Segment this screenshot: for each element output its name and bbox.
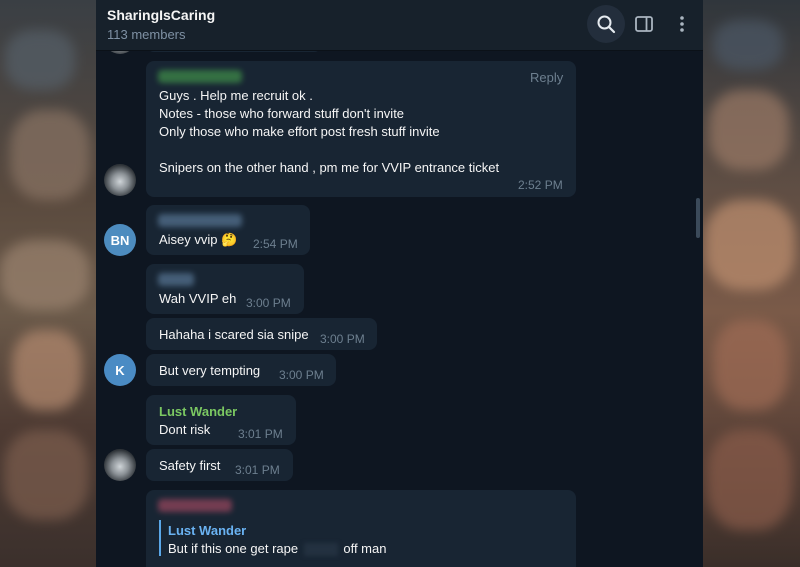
reply-sender-name[interactable]: Lust Wander [168,523,246,538]
message-bubble[interactable]: Reply Guys . Help me recruit ok . Notes … [146,61,576,197]
message-time: 3:00 PM [320,332,365,346]
message-text: Wah VVIP eh [159,291,237,306]
blurred-sender-name [158,70,242,83]
message-time: 2:52 PM [518,178,563,192]
message-time: 3:01 PM [238,427,283,441]
message-bubble[interactable]: Wah VVIP eh 3:00 PM [146,264,304,314]
sender-name[interactable]: Lust Wander [159,404,237,419]
blurred-background-left [0,0,96,567]
message-text: Hahaha i scared sia snipe [159,327,309,342]
message-text: Dont risk [159,422,211,437]
avatar[interactable] [104,164,136,196]
message-text: But very tempting [159,363,261,378]
message-text: Safety first [159,458,221,473]
chat-header: SharingIsCaring 113 members [96,0,703,51]
reply-quote-text[interactable]: But if this one get rape off man [168,541,387,557]
avatar[interactable] [104,449,136,481]
message-time: 3:00 PM [279,368,324,382]
reply-text-end: off man [343,541,387,556]
reply-quote-bar [159,520,161,556]
blurred-sender-name [158,273,194,286]
message-text: Snipers on the other hand , pm me for VV… [159,160,500,175]
message-bubble[interactable]: Aisey vvip 🤔 2:54 PM [146,205,310,255]
message-time: 3:00 PM [246,296,291,310]
scrollbar[interactable] [696,198,700,238]
search-icon [597,15,616,34]
sidebar-toggle-button[interactable] [625,5,663,43]
chat-panel: SharingIsCaring 113 members Reply Guys .… [96,0,703,567]
avatar[interactable]: BN [104,224,136,256]
message-bubble[interactable]: Lust Wander But if this one get rape off… [146,490,576,567]
member-count[interactable]: 113 members [107,27,186,42]
reply-button[interactable]: Reply [530,70,563,85]
message-text: Aisey vvip 🤔 [159,232,238,247]
message-text: Guys . Help me recruit ok . [159,88,313,103]
avatar[interactable]: K [104,354,136,386]
more-vertical-icon [680,16,684,32]
search-button[interactable] [587,5,625,43]
message-time: 3:01 PM [235,463,280,477]
message-bubble[interactable]: Safety first 3:01 PM [146,449,293,481]
more-menu-button[interactable] [663,5,701,43]
message-text: Notes - those who forward stuff don't in… [159,106,405,121]
blurred-sender-name [158,214,242,227]
reply-text-start: But if this one get rape [168,541,299,556]
blurred-sender-name [158,499,232,512]
censored-word [303,543,338,557]
blurred-background-right [703,0,800,567]
message-time: 2:54 PM [253,237,298,251]
message-bubble[interactable]: Lust Wander Dont risk 3:01 PM [146,395,296,445]
message-text: Only those who make effort post fresh st… [159,124,440,139]
sidebar-panel-icon [635,16,653,32]
chat-title[interactable]: SharingIsCaring [107,7,215,23]
message-bubble[interactable]: But very tempting 3:00 PM [146,354,336,386]
message-bubble[interactable]: Hahaha i scared sia snipe 3:00 PM [146,318,377,350]
